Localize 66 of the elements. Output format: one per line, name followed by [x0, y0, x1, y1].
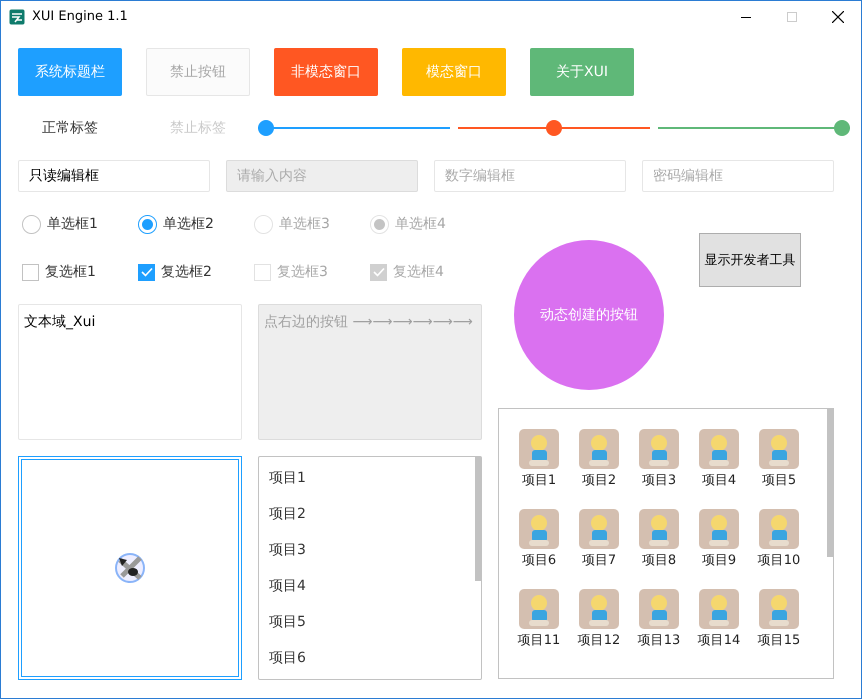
grid-item-label: 项目4	[702, 472, 736, 489]
scrollbar-thumb[interactable]	[827, 409, 833, 557]
grid-item-label: 项目12	[578, 632, 620, 649]
slider-thumb[interactable]	[834, 120, 850, 136]
character-thumbnail[interactable]	[639, 589, 679, 629]
checkbox-label: 复选框2	[161, 263, 212, 281]
grid-item-label: 项目5	[762, 472, 796, 489]
character-thumbnail[interactable]	[579, 429, 619, 469]
list-item[interactable]: 项目6	[269, 640, 475, 676]
checkbox[interactable]	[138, 264, 155, 280]
character-thumbnail[interactable]	[579, 589, 619, 629]
slider-thumb[interactable]	[258, 120, 274, 136]
grid-item-label: 项目15	[758, 632, 800, 649]
radio-label: 单选框4	[395, 215, 446, 233]
character-thumbnail[interactable]	[519, 509, 559, 549]
window-title: XUI Engine 1.1	[32, 9, 128, 24]
checkbox-label: 复选框4	[393, 263, 444, 281]
character-thumbnail[interactable]	[519, 589, 559, 629]
input-field[interactable]: 只读编辑框	[18, 160, 210, 192]
dev-tools-button[interactable]: 显示开发者工具	[699, 233, 801, 287]
list-item[interactable]: 项目2	[269, 496, 475, 532]
checkbox[interactable]	[22, 264, 39, 280]
text-label: 正常标签	[41, 119, 99, 137]
character-thumbnail[interactable]	[699, 429, 739, 469]
grid-item-label: 项目13	[638, 632, 680, 649]
checkbox-label: 复选框1	[45, 263, 96, 281]
grid-item-label: 项目9	[702, 552, 736, 569]
grid-item-label: 项目10	[758, 552, 800, 569]
grid-item-label: 项目11	[518, 632, 560, 649]
character-thumbnail[interactable]	[579, 509, 619, 549]
list-item[interactable]: 项目5	[269, 604, 475, 640]
grid-item-label: 项目7	[582, 552, 616, 569]
grid-item-label: 项目3	[642, 472, 676, 489]
check-icon	[372, 267, 384, 277]
list-item[interactable]: 项目4	[269, 568, 475, 604]
character-thumbnail[interactable]	[759, 589, 799, 629]
radio-button[interactable]	[138, 214, 157, 234]
grid-item-label: 项目2	[582, 472, 616, 489]
checkbox-label: 复选框3	[277, 263, 328, 281]
character-thumbnail[interactable]	[699, 589, 739, 629]
radio-label: 单选框2	[163, 215, 214, 233]
character-thumbnail[interactable]	[639, 509, 679, 549]
grid-item-label: 项目14	[698, 632, 740, 649]
list-item[interactable]: 项目1	[269, 460, 475, 496]
character-thumbnail[interactable]	[699, 509, 739, 549]
maximize-icon	[787, 12, 797, 22]
character-thumbnail[interactable]	[759, 429, 799, 469]
character-thumbnail[interactable]	[519, 429, 559, 469]
input-field[interactable]: 密码编辑框	[642, 160, 834, 192]
check-icon	[140, 267, 152, 277]
radio-label: 单选框3	[279, 215, 330, 233]
character-thumbnail[interactable]	[639, 429, 679, 469]
grid-item-label: 项目1	[522, 472, 556, 489]
slider-thumb[interactable]	[546, 120, 562, 136]
input-field[interactable]: 数字编辑框	[434, 160, 626, 192]
app-logo-icon	[9, 8, 25, 24]
radio-button[interactable]	[22, 214, 41, 234]
close-icon	[832, 10, 844, 22]
character-thumbnail[interactable]	[759, 509, 799, 549]
scrollbar-thumb[interactable]	[475, 457, 481, 581]
radio-label: 单选框1	[47, 215, 98, 233]
list-item[interactable]: 项目3	[269, 532, 475, 568]
grid-item-label: 项目6	[522, 552, 556, 569]
grid-item-label: 项目8	[642, 552, 676, 569]
logo-icon	[114, 552, 146, 584]
text-area[interactable]: 文本域_Xui	[18, 304, 242, 440]
